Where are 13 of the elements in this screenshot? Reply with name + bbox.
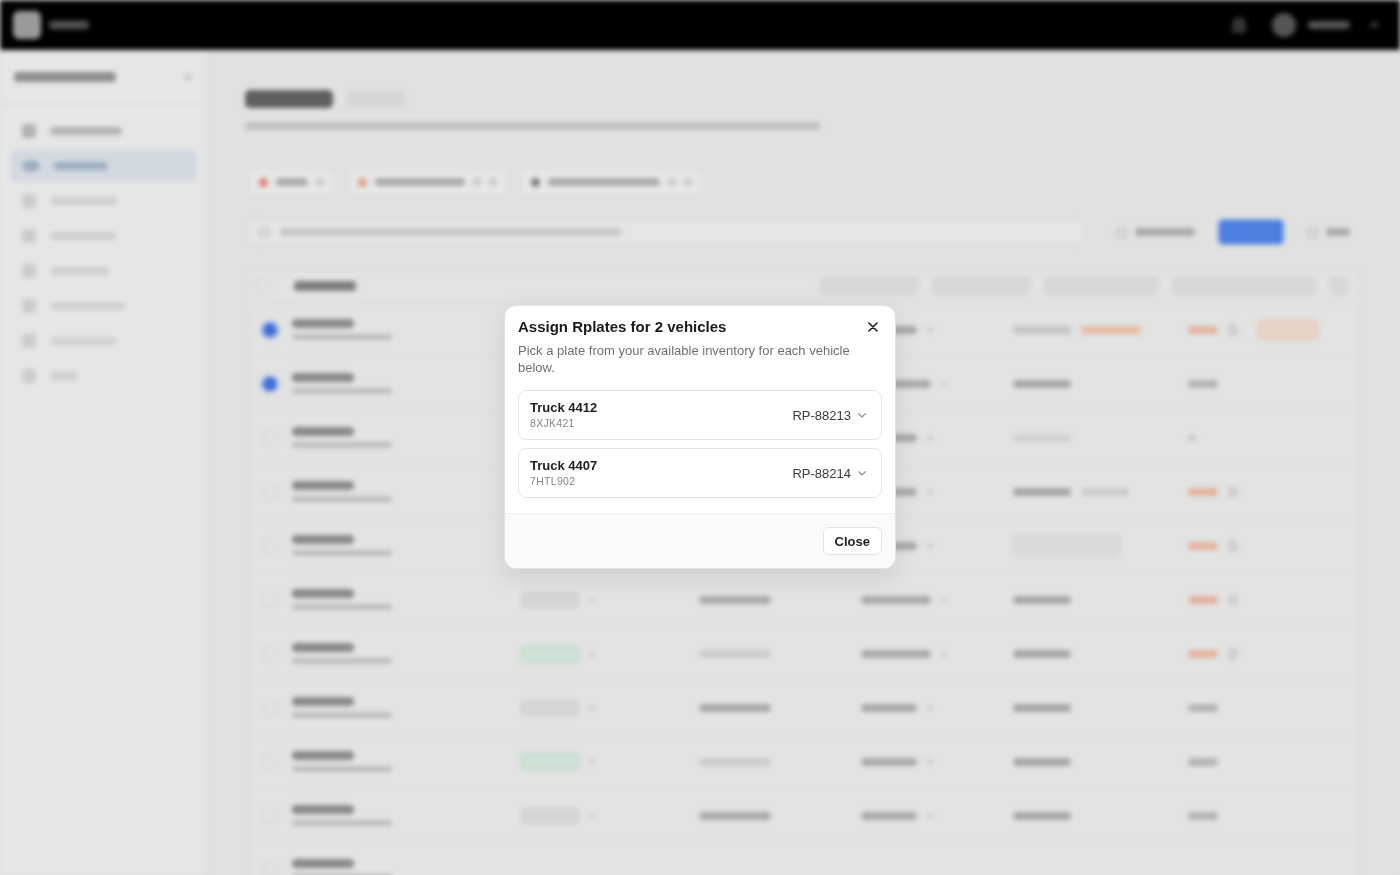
plate-number: 7HTL902 [530, 474, 577, 488]
vehicle-name: Truck 4407 [530, 458, 599, 474]
dialog-description: Pick a plate from your available inventory for each vehicle below. [518, 342, 851, 376]
dismiss-button[interactable] [865, 319, 881, 335]
caret-icon [858, 412, 866, 418]
plate-number: 8XJK421 [530, 416, 576, 430]
close-icon [868, 322, 878, 332]
caret-icon [858, 470, 866, 476]
dialog-title: Assign Rplates for 2 vehicles [518, 317, 727, 337]
rplate-select[interactable]: RP-88214 [792, 461, 866, 485]
close-button[interactable]: Close [822, 527, 882, 555]
vehicle-name: Truck 4412 [530, 400, 599, 416]
rplate-select[interactable]: RP-88213 [792, 403, 866, 427]
